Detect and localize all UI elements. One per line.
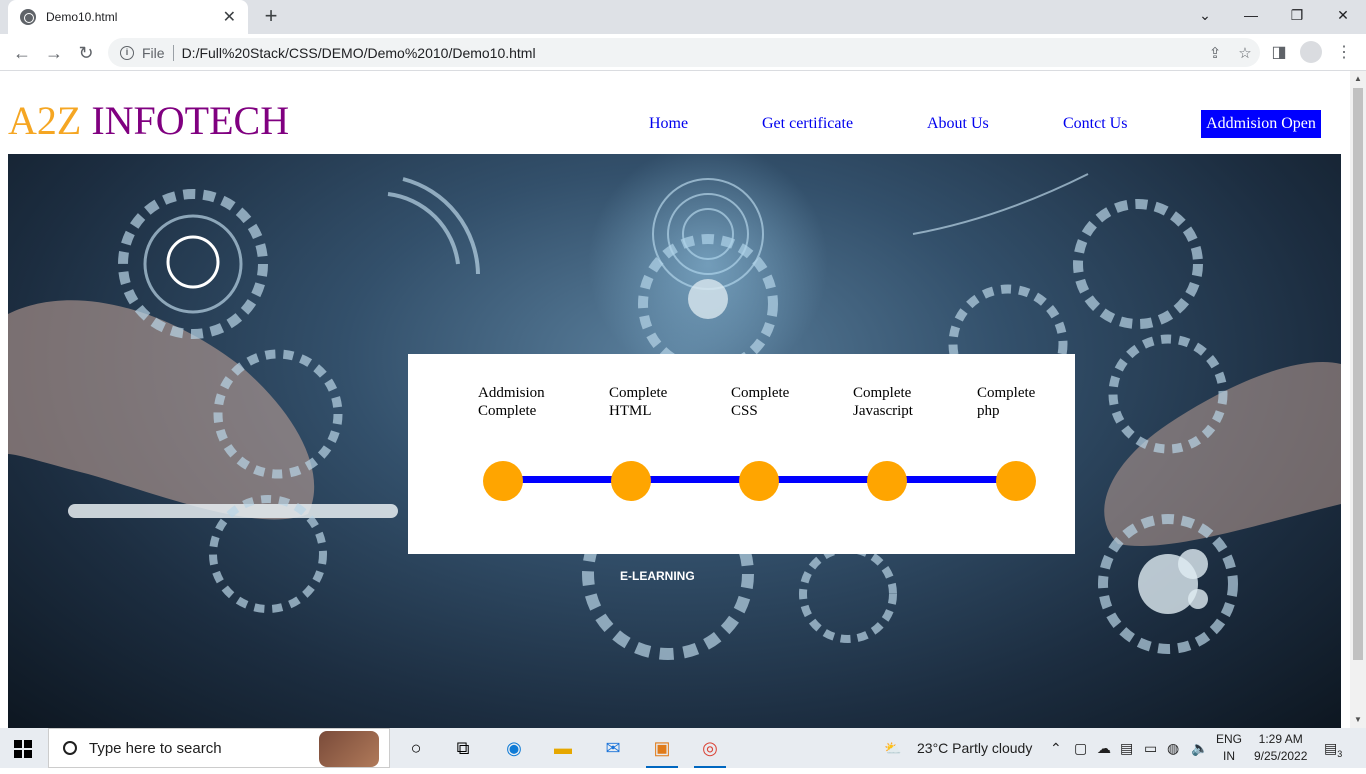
step-label-1: Addmision Complete xyxy=(478,384,545,420)
language-indicator[interactable]: ENG IN xyxy=(1216,731,1242,765)
tab-strip: Demo10.html ✕ + ⌄ — ❐ ✕ xyxy=(0,0,1366,34)
address-bar[interactable]: i File D:/Full%20Stack/CSS/DEMO/Demo%201… xyxy=(108,38,1260,67)
chrome-icon[interactable]: ◎ xyxy=(690,732,730,768)
url-text[interactable]: D:/Full%20Stack/CSS/DEMO/Demo%2010/Demo1… xyxy=(182,45,1200,61)
restore-button[interactable]: ❐ xyxy=(1274,0,1320,32)
browser-toolbar: ← → ↻ i File D:/Full%20Stack/CSS/DEMO/De… xyxy=(0,34,1366,71)
clock-time: 1:29 AM xyxy=(1258,732,1303,746)
weather-text[interactable]: 23°C Partly cloudy xyxy=(917,728,1032,768)
scroll-up-arrow-icon[interactable]: ▲ xyxy=(1350,71,1366,87)
menu-kebab-icon[interactable]: ⋮ xyxy=(1330,39,1358,67)
close-window-button[interactable]: ✕ xyxy=(1320,0,1366,32)
step-3-line1: Complete xyxy=(731,385,790,401)
windows-start-icon[interactable] xyxy=(14,740,32,758)
step-dot-2 xyxy=(611,461,651,501)
sublime-text-icon[interactable]: ▣ xyxy=(642,732,682,768)
battery-icon[interactable]: ▭ xyxy=(1144,728,1157,768)
address-separator xyxy=(172,44,174,61)
progress-card: Addmision Complete Complete HTML Complet… xyxy=(408,354,1075,554)
clock-date: 9/25/2022 xyxy=(1254,749,1308,763)
lang-eng: ENG xyxy=(1216,732,1243,746)
search-highlight-image[interactable] xyxy=(319,731,379,767)
onedrive-icon[interactable]: ☁ xyxy=(1097,728,1111,768)
step-2-line1: Complete xyxy=(609,385,668,401)
step-dot-4 xyxy=(867,461,907,501)
scroll-down-arrow-icon[interactable]: ▼ xyxy=(1350,712,1366,728)
notification-center-icon[interactable]: ▤3 xyxy=(1324,728,1342,768)
bookmark-star-icon[interactable]: ☆ xyxy=(1230,44,1260,62)
step-label-4: Complete Javascript xyxy=(853,384,913,420)
globe-icon xyxy=(20,9,36,25)
network-icon[interactable]: ◍ xyxy=(1167,728,1179,768)
tab-search-icon[interactable]: ⌄ xyxy=(1182,0,1228,32)
notification-count: 3 xyxy=(1337,748,1343,759)
cortana-icon[interactable]: ○ xyxy=(396,732,436,764)
step-5-line1: Complete xyxy=(977,385,1036,401)
nav-admission-open-button[interactable]: Addmision Open xyxy=(1201,110,1321,138)
lang-in: IN xyxy=(1223,749,1235,763)
windows-taskbar: Type here to search ○ ⧉ ◉ ▬ ✉ ▣ ◎ ⛅ 23°C… xyxy=(0,728,1366,768)
step-dot-1 xyxy=(483,461,523,501)
reload-button[interactable]: ↻ xyxy=(72,39,100,67)
new-tab-button[interactable]: + xyxy=(258,4,284,30)
step-dot-5 xyxy=(996,461,1036,501)
display-icon[interactable]: ▤ xyxy=(1120,728,1133,768)
page-viewport: A2Z INFOTECH Home Get certificate About … xyxy=(0,71,1350,728)
step-dot-3 xyxy=(739,461,779,501)
step-2-line2: HTML xyxy=(609,403,652,419)
nav-home[interactable]: Home xyxy=(649,115,688,133)
minimize-button[interactable]: — xyxy=(1228,0,1274,32)
scroll-thumb[interactable] xyxy=(1353,88,1363,660)
meet-now-icon[interactable]: ▢ xyxy=(1074,728,1087,768)
back-button[interactable]: ← xyxy=(8,39,36,67)
step-3-line2: CSS xyxy=(731,403,758,419)
step-label-2: Complete HTML xyxy=(609,384,667,420)
step-1-line1: Addmision xyxy=(478,385,545,401)
nav-about-us[interactable]: About Us xyxy=(927,115,989,133)
nav-contact-us[interactable]: Contct Us xyxy=(1063,115,1127,133)
weather-icon[interactable]: ⛅ xyxy=(884,728,901,768)
logo-a2z: A2Z xyxy=(8,98,82,143)
share-icon[interactable]: ⇪ xyxy=(1200,44,1230,62)
step-5-line2: php xyxy=(977,403,1000,419)
tab-title: Demo10.html xyxy=(46,10,118,24)
tab-demo10[interactable]: Demo10.html ✕ xyxy=(8,0,248,34)
taskbar-search-box[interactable]: Type here to search xyxy=(48,728,390,768)
profile-avatar[interactable] xyxy=(1300,41,1322,63)
step-label-3: Complete CSS xyxy=(731,384,789,420)
edge-browser-icon[interactable]: ◉ xyxy=(494,732,534,764)
hero-caption: E-LEARNING xyxy=(620,569,695,583)
nav-get-certificate[interactable]: Get certificate xyxy=(762,115,853,133)
site-logo[interactable]: A2Z INFOTECH xyxy=(8,97,289,144)
step-4-line1: Complete xyxy=(853,385,912,401)
forward-button[interactable]: → xyxy=(40,39,68,67)
step-1-line2: Complete xyxy=(478,403,537,419)
volume-icon[interactable]: 🔈 xyxy=(1191,728,1208,768)
search-icon xyxy=(63,741,77,755)
close-tab-icon[interactable]: ✕ xyxy=(223,7,236,27)
info-icon[interactable]: i xyxy=(120,45,134,60)
page-scrollbar[interactable]: ▲ ▼ xyxy=(1350,71,1366,728)
file-explorer-icon[interactable]: ▬ xyxy=(543,732,583,764)
mail-icon[interactable]: ✉ xyxy=(593,732,633,764)
file-label: File xyxy=(142,44,165,61)
show-hidden-icons-icon[interactable]: ⌃ xyxy=(1050,728,1062,768)
side-panel-icon[interactable]: ◨ xyxy=(1265,39,1293,67)
search-placeholder: Type here to search xyxy=(89,739,222,757)
task-view-icon[interactable]: ⧉ xyxy=(443,732,483,764)
step-4-line2: Javascript xyxy=(853,403,913,419)
logo-infotech: INFOTECH xyxy=(81,98,290,143)
step-label-5: Complete php xyxy=(977,384,1035,420)
clock[interactable]: 1:29 AM 9/25/2022 xyxy=(1254,731,1307,765)
